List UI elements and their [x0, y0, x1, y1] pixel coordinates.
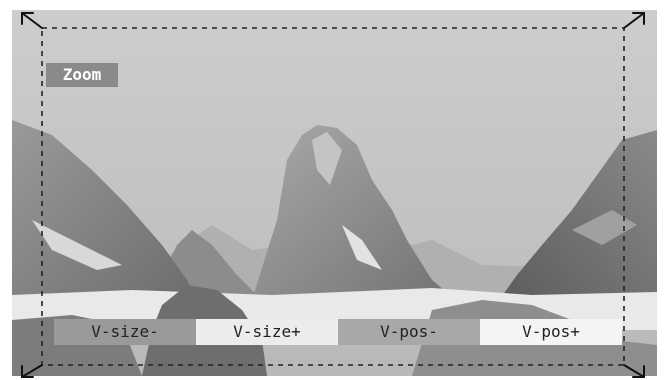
video-screen: Zoom V-size- V-size+ V-pos- V-pos+	[12, 10, 657, 376]
osd-button-bar: V-size- V-size+ V-pos- V-pos+	[54, 319, 622, 345]
v-pos-plus-button[interactable]: V-pos+	[480, 319, 622, 345]
zoom-label: Zoom	[46, 63, 118, 87]
v-size-plus-button[interactable]: V-size+	[196, 319, 338, 345]
v-pos-minus-button[interactable]: V-pos-	[338, 319, 480, 345]
v-size-minus-button[interactable]: V-size-	[54, 319, 196, 345]
